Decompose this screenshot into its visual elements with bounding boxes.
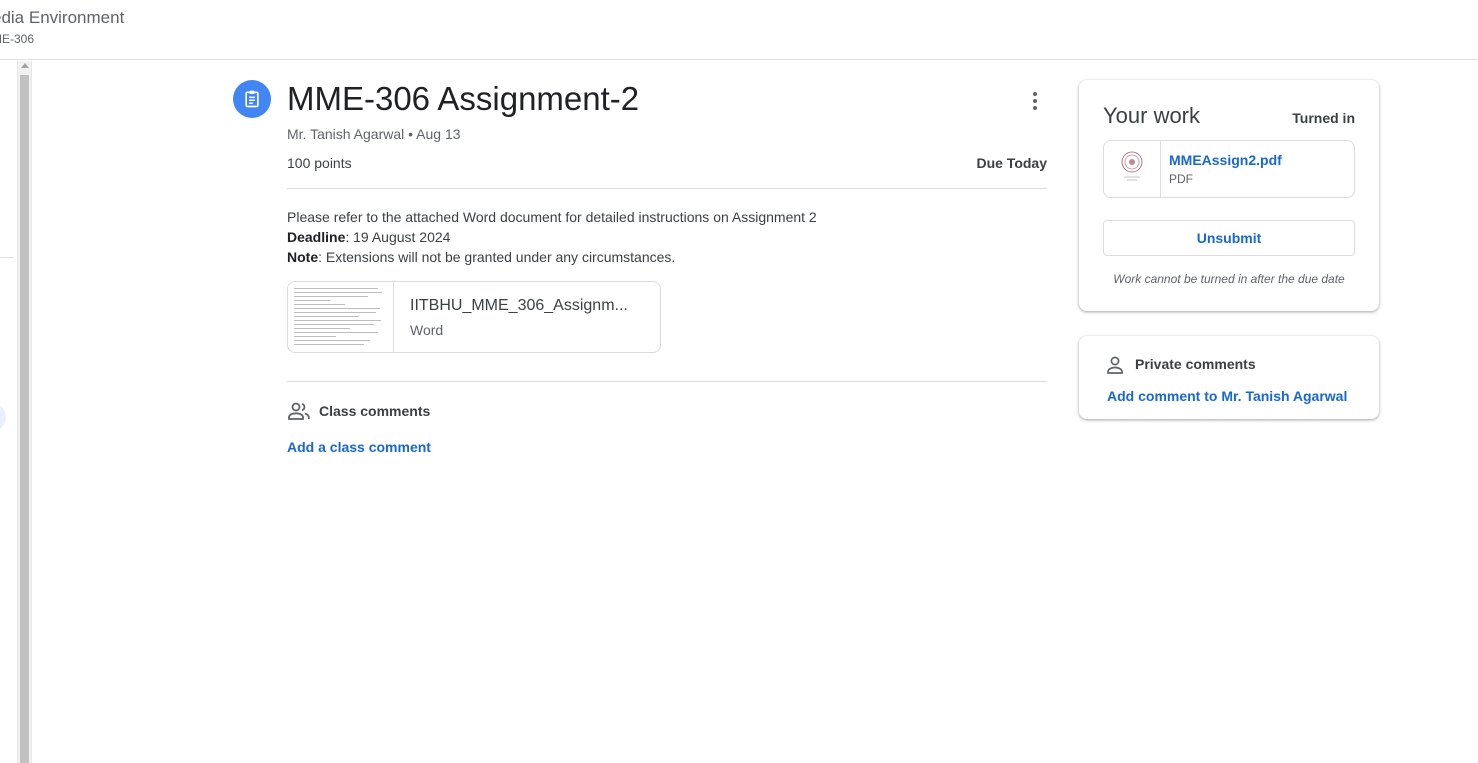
submitted-file-name[interactable]: MMEAssign2.pdf	[1169, 152, 1282, 168]
submitted-file-card[interactable]: MMEAssign2.pdf PDF	[1103, 140, 1355, 198]
class-comments-label: Class comments	[319, 403, 431, 419]
deadline-value: : 19 August 2024	[345, 229, 451, 245]
submitted-file-type: PDF	[1169, 172, 1193, 186]
course-code: ME-306	[0, 32, 35, 46]
divider	[287, 381, 1047, 382]
scrollbar-thumb[interactable]	[20, 75, 29, 763]
instructions-line: Please refer to the attached Word docume…	[287, 209, 817, 225]
deadline-line: Deadline: 19 August 2024	[287, 227, 817, 247]
assignment-clipboard-icon	[233, 80, 271, 118]
assignment-points: 100 points	[287, 155, 352, 171]
sidebar-rail	[0, 61, 15, 763]
note-label: Note	[287, 249, 319, 265]
people-icon	[288, 402, 310, 420]
divider	[287, 188, 1047, 189]
private-comments-label: Private comments	[1135, 356, 1256, 372]
attachment-name[interactable]: IITBHU_MME_306_Assignm...	[410, 297, 636, 315]
course-title[interactable]: edia Environment	[0, 8, 124, 28]
your-work-card: Your work Turned in MMEAssign2.pdf PDF U…	[1079, 80, 1379, 311]
seal-logo-icon	[1121, 151, 1143, 181]
your-work-title: Your work	[1103, 103, 1201, 128]
submission-status: Turned in	[1292, 110, 1355, 126]
late-submission-note: Work cannot be turned in after the due d…	[1113, 272, 1345, 286]
unsubmit-button[interactable]: Unsubmit	[1103, 220, 1355, 256]
note-line: Note: Extensions will not be granted und…	[287, 247, 817, 267]
add-class-comment-link[interactable]: Add a class comment	[287, 439, 431, 455]
page-title: MME-306 Assignment-2	[287, 80, 640, 117]
more-options-icon[interactable]	[1022, 88, 1048, 114]
pdf-thumbnail	[1104, 141, 1161, 197]
deadline-label: Deadline	[287, 229, 346, 245]
person-icon	[1107, 356, 1123, 374]
assignment-instructions: Please refer to the attached Word docume…	[287, 207, 817, 267]
attachment-type: Word	[410, 322, 444, 338]
sidebar-divider	[0, 257, 14, 258]
scroll-up-arrow-icon[interactable]	[21, 63, 29, 68]
sidebar-active-item[interactable]	[0, 403, 6, 431]
private-comments-card: Private comments Add comment to Mr. Tani…	[1079, 336, 1379, 419]
top-bar: edia Environment ME-306	[0, 0, 1478, 60]
due-date: Due Today	[976, 155, 1047, 171]
scrollbar[interactable]	[17, 61, 32, 763]
add-private-comment-link[interactable]: Add comment to Mr. Tanish Agarwal	[1107, 388, 1347, 404]
assignment-meta: Mr. Tanish Agarwal • Aug 13	[287, 126, 461, 142]
note-value: : Extensions will not be granted under a…	[318, 249, 676, 265]
document-thumbnail	[288, 282, 394, 352]
attachment-card[interactable]: IITBHU_MME_306_Assignm... Word	[287, 281, 661, 353]
